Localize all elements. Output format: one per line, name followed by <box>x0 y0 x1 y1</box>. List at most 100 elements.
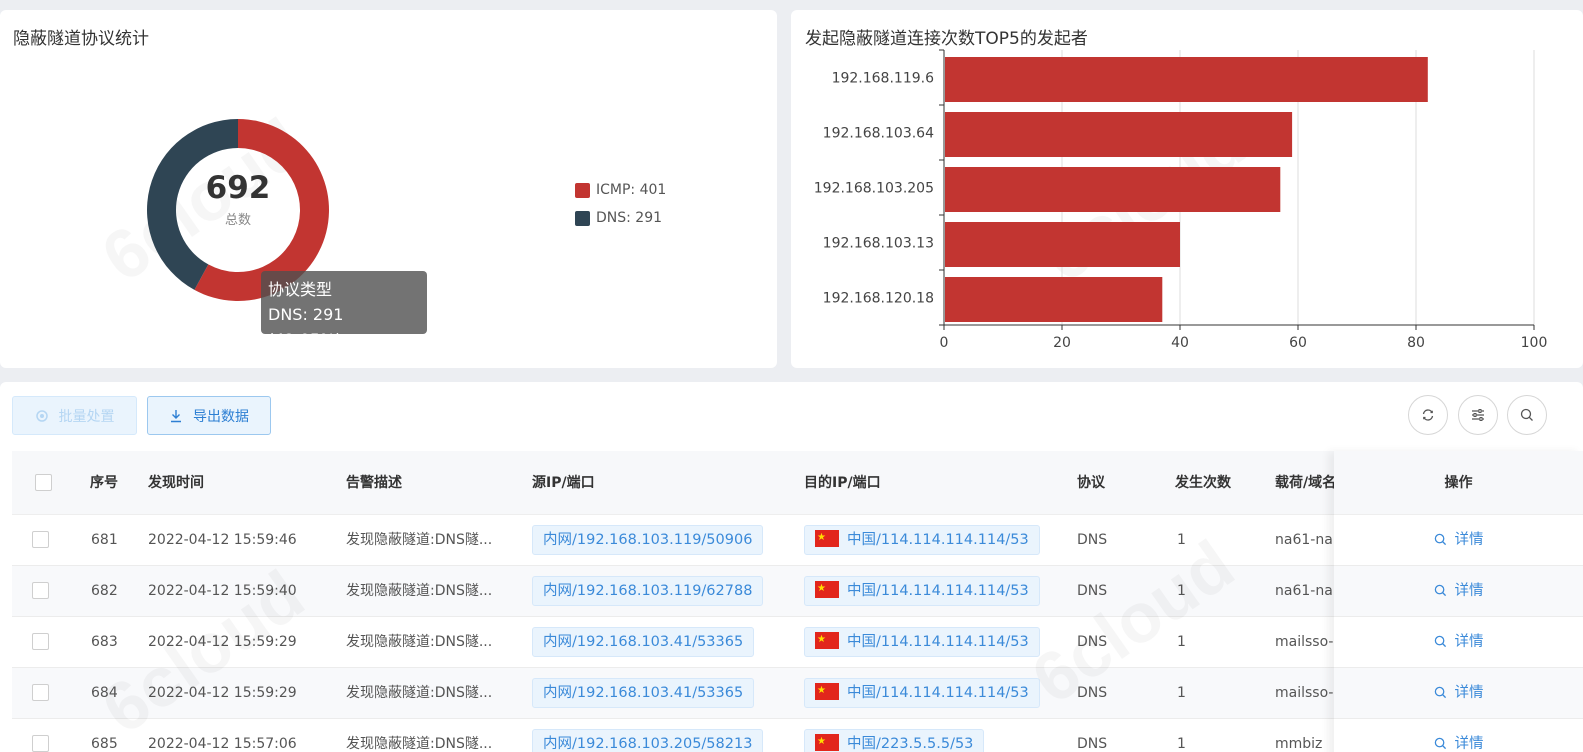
x-tick-label: 0 <box>940 335 949 351</box>
gear-icon <box>35 409 48 422</box>
detail-label: 详情 <box>1454 685 1484 701</box>
cell-src-tag[interactable]: 内网/192.168.103.119/50906 <box>532 525 764 555</box>
batch-handle-button[interactable]: 批量处置 <box>12 396 137 435</box>
cell-desc: 发现隐蔽隧道:DNS隧... <box>346 583 493 599</box>
detail-link[interactable]: 详情 <box>1334 566 1583 617</box>
bar-192.168.103.64[interactable] <box>945 112 1293 157</box>
cell-count: 1 <box>1177 736 1186 752</box>
alert-table: 序号 发现时间 告警描述 源IP/端口 目的IP/端口 协议 发生次数 载荷/域… <box>12 451 1583 752</box>
cell-proto: DNS <box>1077 736 1108 752</box>
legend-item-icmp[interactable]: ICMP: 401 <box>575 176 666 204</box>
x-tick-label: 100 <box>1521 335 1548 351</box>
row-checkbox[interactable] <box>32 684 49 701</box>
detail-link[interactable]: 详情 <box>1334 617 1583 668</box>
cell-dst-tag[interactable]: 中国/114.114.114.114/53 <box>804 575 1040 606</box>
cell-count: 1 <box>1177 532 1186 548</box>
cell-dst-tag[interactable]: 中国/114.114.114.114/53 <box>804 677 1040 708</box>
cell-dst-tag[interactable]: 中国/223.5.5.5/53 <box>804 728 985 752</box>
tooltip-text: DNS: 291 (42.05%) <box>268 305 344 349</box>
cell-dst-text: 中国/223.5.5.5/53 <box>847 736 974 752</box>
china-flag-icon <box>815 728 839 752</box>
sliders-icon <box>1472 409 1484 421</box>
cell-count: 1 <box>1177 634 1186 650</box>
y-tick-label: 192.168.119.6 <box>832 71 935 87</box>
header-op: 操作 <box>1334 451 1583 515</box>
detail-label: 详情 <box>1454 736 1484 752</box>
cell-desc: 发现隐蔽隧道:DNS隧... <box>346 736 493 752</box>
cell-proto: DNS <box>1077 634 1108 650</box>
donut-total-value: 692 <box>205 170 271 206</box>
search-button[interactable] <box>1507 395 1547 435</box>
detail-link[interactable]: 详情 <box>1334 719 1583 752</box>
x-tick-label: 80 <box>1407 335 1425 351</box>
cell-desc: 发现隐蔽隧道:DNS隧... <box>346 685 493 701</box>
cell-src-tag[interactable]: 内网/192.168.103.41/53365 <box>532 678 755 708</box>
china-flag-icon <box>815 575 839 603</box>
cell-proto: DNS <box>1077 685 1108 701</box>
y-tick-label: 192.168.103.64 <box>823 126 934 142</box>
cell-payload: na61-na <box>1275 532 1333 548</box>
header-count: 发生次数 <box>1175 475 1231 491</box>
alert-table-card: 批量处置 导出数据 序号 发现时间 告警描述 源IP/端口 目的IP/端口 协议… <box>0 382 1583 752</box>
legend-label-dns: DNS: 291 <box>596 210 663 226</box>
row-checkbox[interactable] <box>32 531 49 548</box>
refresh-button[interactable] <box>1408 395 1448 435</box>
cell-seq: 681 <box>91 532 118 548</box>
china-flag-icon <box>815 677 839 705</box>
bar-192.168.120.18[interactable] <box>945 277 1163 322</box>
bar-192.168.103.205[interactable] <box>945 167 1281 212</box>
cell-desc: 发现隐蔽隧道:DNS隧... <box>346 532 493 548</box>
top5-initiators-card: 发起隐蔽隧道连接次数TOP5的发起者 6cloud 192.168.119.61… <box>791 10 1583 368</box>
cell-src-tag[interactable]: 内网/192.168.103.205/58213 <box>532 729 764 752</box>
cell-count: 1 <box>1177 685 1186 701</box>
cell-dst-text: 中国/114.114.114.114/53 <box>847 634 1029 650</box>
cell-dst-tag[interactable]: 中国/114.114.114.114/53 <box>804 626 1040 657</box>
cell-payload: mmbiz <box>1275 736 1323 752</box>
x-tick-label: 60 <box>1289 335 1307 351</box>
row-checkbox[interactable] <box>32 633 49 650</box>
row-checkbox[interactable] <box>32 582 49 599</box>
cell-count: 1 <box>1177 583 1186 599</box>
x-tick-label: 20 <box>1053 335 1071 351</box>
column-settings-button[interactable] <box>1458 395 1498 435</box>
row-checkbox[interactable] <box>32 735 49 752</box>
legend-swatch-icmp <box>575 182 590 198</box>
export-data-button[interactable]: 导出数据 <box>147 396 271 435</box>
y-tick-label: 192.168.120.18 <box>823 291 934 307</box>
cell-dst-text: 中国/114.114.114.114/53 <box>847 583 1029 599</box>
y-tick-label: 192.168.103.13 <box>823 236 934 252</box>
export-data-label: 导出数据 <box>193 408 249 425</box>
select-all-checkbox[interactable] <box>35 474 52 491</box>
header-payload: 载荷/域名 <box>1275 475 1335 491</box>
detail-link[interactable]: 详情 <box>1334 668 1583 719</box>
china-flag-icon <box>815 626 839 654</box>
detail-link[interactable]: 详情 <box>1334 515 1583 566</box>
legend-item-dns[interactable]: DNS: 291 <box>575 204 666 232</box>
cell-time: 2022-04-12 15:59:46 <box>148 532 297 548</box>
cell-payload: mailsso- <box>1275 634 1334 650</box>
bar-192.168.103.13[interactable] <box>945 222 1180 267</box>
cell-time: 2022-04-12 15:59:40 <box>148 583 297 599</box>
tooltip-title: 协议类型 <box>268 280 333 299</box>
detail-label: 详情 <box>1454 532 1484 548</box>
cell-src-tag[interactable]: 内网/192.168.103.41/53365 <box>532 627 755 657</box>
protocol-stats-card: 隐蔽隧道协议统计 6cloud 692 总数 ICMP: 401 DNS: 29… <box>0 10 777 368</box>
search-icon <box>1434 584 1446 597</box>
search-icon <box>1434 635 1446 648</box>
top5-bar-chart: 192.168.119.6 192.168.103.64 192.168.103.2… <box>814 49 1548 351</box>
search-icon <box>1434 686 1446 699</box>
header-time: 发现时间 <box>148 475 204 491</box>
cell-dst-text: 中国/114.114.114.114/53 <box>847 685 1029 701</box>
header-proto: 协议 <box>1077 475 1105 491</box>
donut-legend: ICMP: 401 DNS: 291 <box>575 176 666 232</box>
cell-payload: na61-na <box>1275 583 1333 599</box>
cell-src-tag[interactable]: 内网/192.168.103.119/62788 <box>532 576 764 606</box>
cell-seq: 685 <box>91 736 118 752</box>
cell-dst-text: 中国/114.114.114.114/53 <box>847 532 1029 548</box>
cell-dst-tag[interactable]: 中国/114.114.114.114/53 <box>804 524 1040 555</box>
cell-payload: mailsso- <box>1275 685 1334 701</box>
refresh-icon <box>1422 409 1434 421</box>
legend-swatch-dns <box>575 210 590 226</box>
bar-192.168.119.6[interactable] <box>945 57 1428 102</box>
legend-label-icmp: ICMP: 401 <box>596 182 667 198</box>
